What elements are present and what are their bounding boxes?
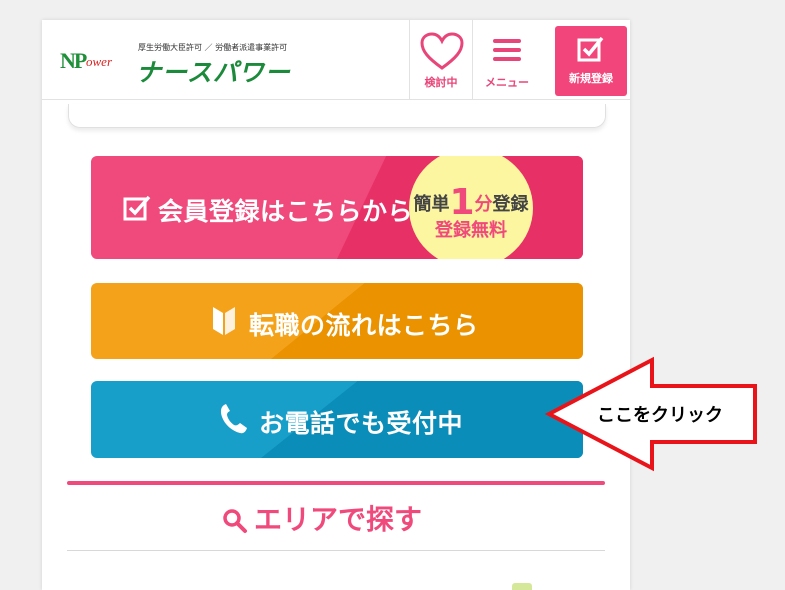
favorites-button[interactable]: 検討中 (409, 20, 472, 100)
badge-line2: 登録無料 (435, 220, 507, 241)
heart-icon (420, 32, 464, 70)
new-register-label: 新規登録 (569, 72, 613, 85)
favorites-label: 検討中 (424, 76, 458, 89)
badge-prefix: 簡単 (413, 194, 450, 215)
beginner-mark-icon (213, 307, 235, 335)
callout-label: ここをクリック (597, 405, 723, 426)
permit-text: 厚生労働大臣許可 ／ 労働者派遣事業許可 (138, 43, 288, 52)
brand-name[interactable]: ナースパワー (136, 53, 291, 89)
map-hint-shape (512, 583, 532, 590)
badge-suffix: 登録 (492, 194, 529, 215)
badge-line1: 簡単1分登録 (409, 178, 533, 223)
new-register-button[interactable]: 新規登録 (555, 26, 627, 96)
area-section-line (67, 481, 605, 485)
checkbox-icon (123, 195, 151, 221)
site-header: NP ower 厚生労働大臣許可 ／ 労働者派遣事業許可 ナースパワー 検討中 … (42, 20, 630, 100)
phone-icon (220, 404, 247, 434)
menu-label: メニュー (485, 76, 529, 89)
member-register-label: 会員登録はこちらから (158, 197, 414, 226)
search-icon (223, 509, 247, 533)
np-logo[interactable]: NP ower (60, 48, 112, 74)
member-register-button[interactable]: 会員登録はこちらから 簡単1分登録 登録無料 (91, 156, 583, 259)
menu-button[interactable]: メニュー (472, 20, 541, 100)
mobile-page: NP ower 厚生労働大臣許可 ／ 労働者派遣事業許可 ナースパワー 検討中 … (42, 20, 630, 590)
divider (67, 550, 605, 551)
job-change-flow-label: 転職の流れはこちら (249, 311, 479, 340)
logo-mark-text: NP (60, 48, 87, 73)
phone-contact-label: お電話でも受付中 (259, 409, 464, 438)
logo-mark-suffix: ower (86, 54, 112, 69)
badge-unit: 分 (474, 194, 493, 215)
phone-contact-button[interactable]: お電話でも受付中 (91, 381, 583, 458)
area-search-heading[interactable]: エリアで探す (222, 498, 422, 538)
easy-register-badge: 簡単1分登録 登録無料 (409, 156, 533, 259)
hamburger-icon (493, 39, 521, 66)
job-change-flow-button[interactable]: 転職の流れはこちら (91, 283, 583, 359)
previous-card-bottom (68, 104, 606, 128)
checkbox-edit-icon (577, 36, 604, 62)
area-search-title: エリアで探す (254, 503, 423, 536)
